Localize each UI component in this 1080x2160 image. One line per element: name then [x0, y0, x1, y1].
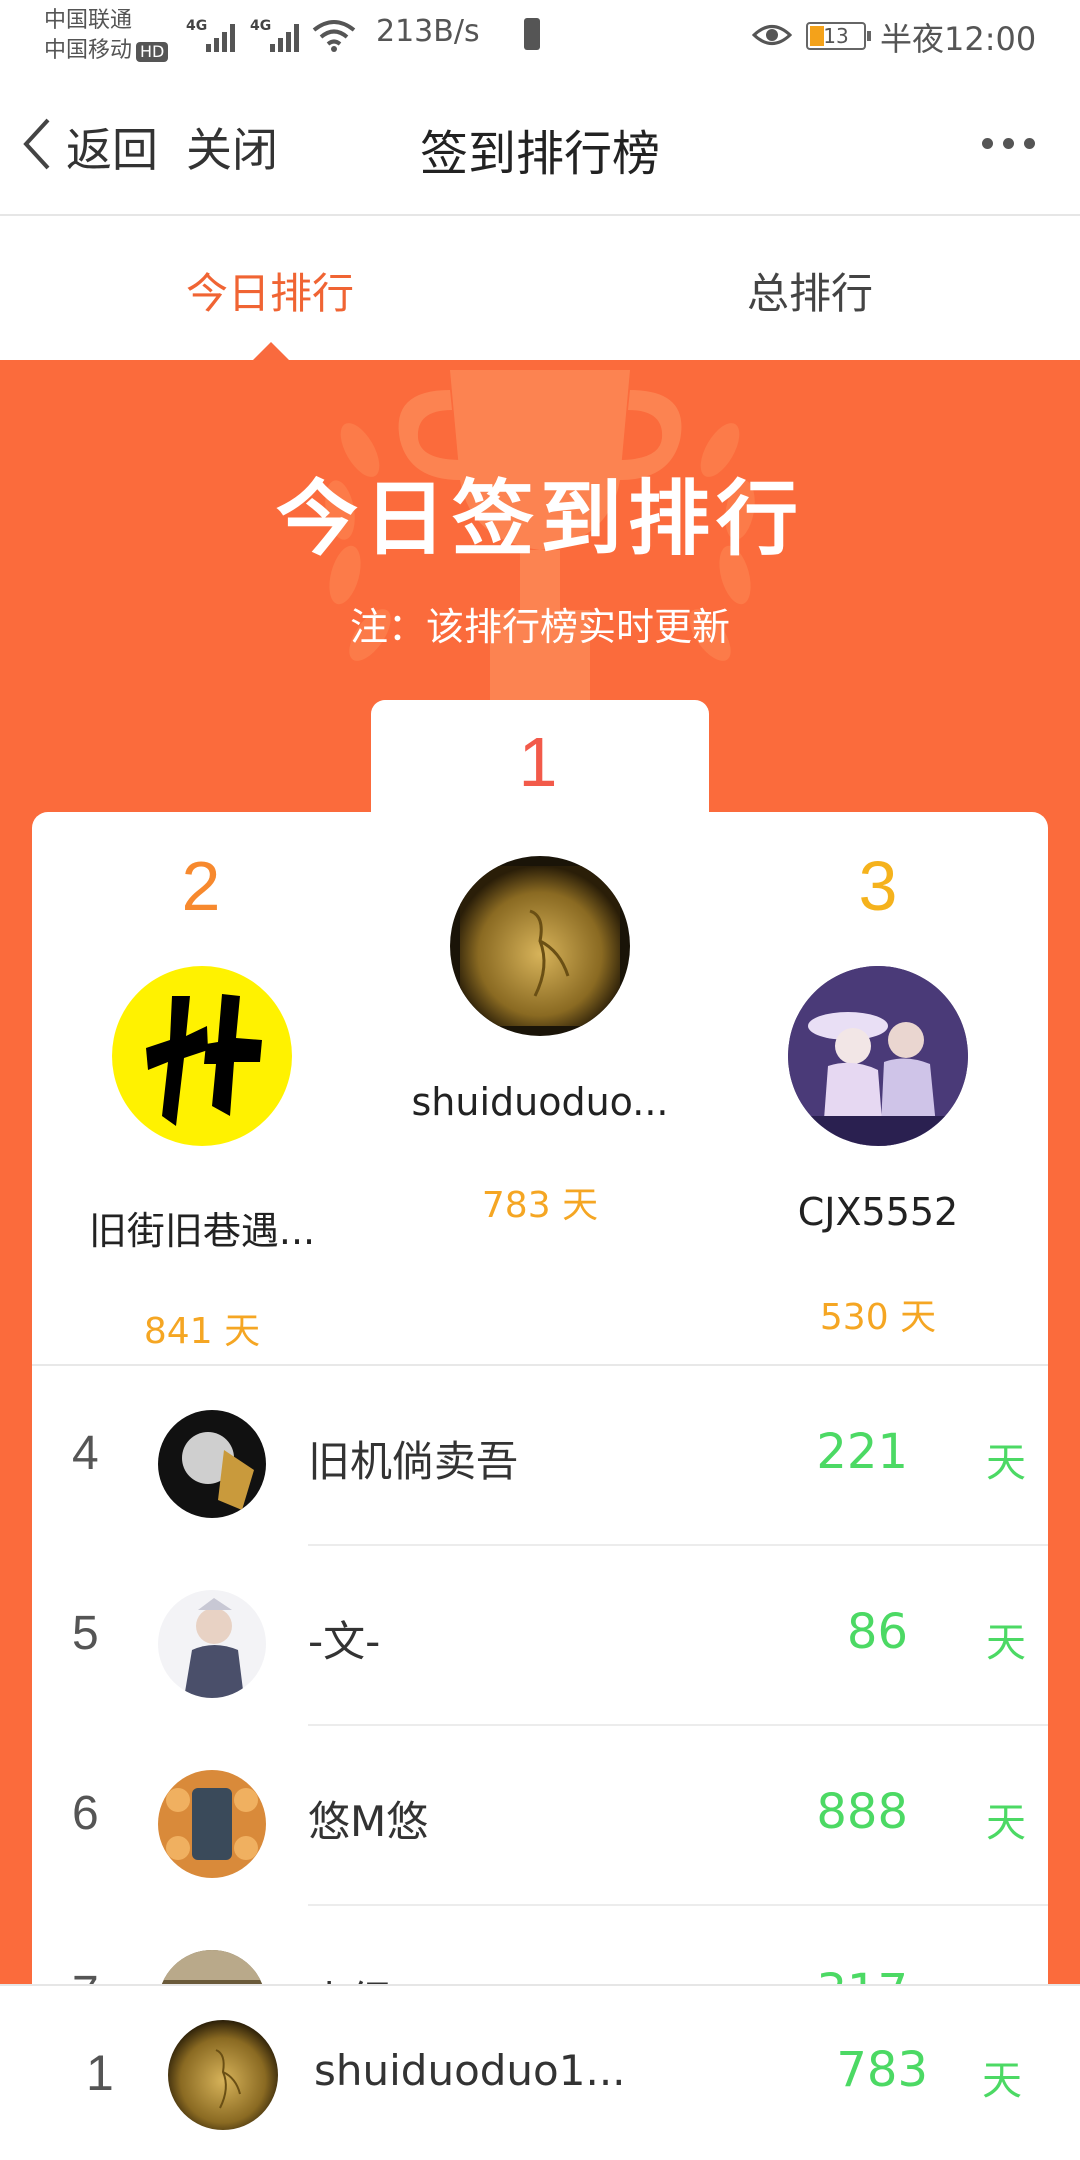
battery-level: 13	[823, 24, 849, 48]
tab-bar: 今日排行 总排行	[0, 216, 1080, 360]
network-type-2: 4G	[250, 18, 272, 34]
list-unit: 天	[986, 1620, 1026, 1666]
carrier-2: 中国移动	[44, 38, 133, 63]
network-type-1: 4G	[186, 18, 208, 34]
banner-title: 今日签到排行	[275, 472, 804, 567]
nav-bar: 返回 关闭 签到排行榜	[0, 72, 1080, 216]
list-rank: 4	[72, 1427, 99, 1480]
tab-total[interactable]: 总排行	[610, 260, 1010, 321]
rank-3-number: 3	[858, 847, 898, 925]
avatar	[158, 1410, 266, 1518]
my-unit: 天	[982, 2058, 1022, 2104]
phone-icon	[524, 18, 540, 50]
hd-badge: HD	[136, 42, 169, 62]
list-rank: 6	[72, 1787, 99, 1840]
list-days: 86	[846, 1604, 908, 1660]
list-days: 221	[816, 1424, 908, 1480]
my-days: 783	[836, 2042, 928, 2098]
avatar	[168, 2020, 278, 2130]
active-tab-indicator	[253, 342, 289, 360]
net-speed: 213B/s	[376, 14, 480, 49]
list-item[interactable]: 5 -文- 86 天	[32, 1546, 1048, 1726]
list-item[interactable]: 4 旧机倘卖吾 221 天	[32, 1366, 1048, 1546]
list-name: -文-	[308, 1617, 381, 1666]
rank-1-days: 783 天	[481, 1185, 599, 1226]
rank-3-days: 530 天	[819, 1297, 937, 1338]
status-bar: 中国联通 中国移动 HD 4G 4G 213B/s 13 半夜12:00	[0, 0, 1080, 72]
rank-3-name: CJX5552	[797, 1190, 959, 1234]
battery-icon: 13	[806, 22, 871, 50]
tab-today[interactable]: 今日排行	[70, 260, 470, 321]
avatar-rank-1[interactable]	[450, 856, 630, 1036]
avatar-rank-3[interactable]	[788, 966, 968, 1146]
my-rank-bar[interactable]: 1 shuiduoduo1... 783 天	[0, 1984, 1080, 2160]
banner-note: 注：该排行榜实时更新	[349, 605, 730, 649]
my-name: shuiduoduo1...	[314, 2046, 626, 2095]
avatar	[158, 1590, 266, 1698]
my-rank: 1	[86, 2045, 114, 2101]
clock: 半夜12:00	[880, 20, 1037, 58]
list-rank: 5	[72, 1607, 99, 1660]
list-days: 888	[816, 1784, 908, 1840]
list-name: 旧机倘卖吾	[308, 1437, 519, 1486]
carrier-1: 中国联通	[44, 8, 133, 33]
rank-2-days: 841 天	[143, 1311, 261, 1352]
rank-1-number: 1	[518, 723, 558, 801]
wifi-icon	[312, 20, 356, 52]
more-icon[interactable]	[982, 138, 1036, 150]
list-name: 悠M悠	[308, 1797, 429, 1846]
list-unit: 天	[986, 1440, 1026, 1486]
carrier-info: 中国联通 中国移动 HD	[44, 6, 169, 66]
page-title: 签到排行榜	[419, 126, 660, 182]
rank-2-name: 旧街旧巷遇...	[88, 1209, 316, 1253]
rank-2-number: 2	[181, 847, 221, 925]
rank-1-name: shuiduoduo...	[411, 1080, 669, 1124]
avatar	[158, 1770, 266, 1878]
avatar-rank-2[interactable]	[112, 966, 292, 1146]
list-item[interactable]: 6 悠M悠 888 天	[32, 1726, 1048, 1906]
eye-icon	[752, 25, 792, 45]
list-unit: 天	[986, 1800, 1026, 1846]
